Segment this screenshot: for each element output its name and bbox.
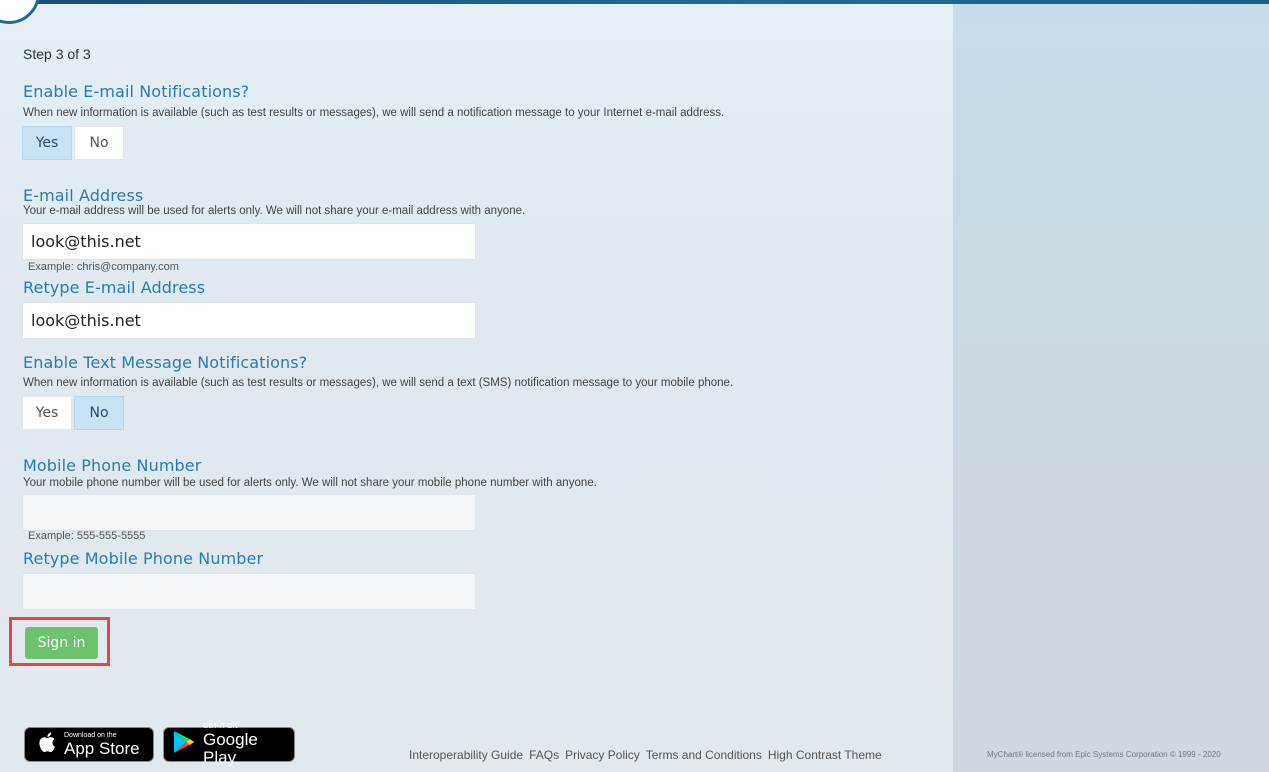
text-notify-no-button[interactable]: No — [74, 396, 124, 430]
app-store-text: Download on the App Store — [64, 732, 140, 758]
footer-link-high-contrast[interactable]: High Contrast Theme — [768, 748, 882, 762]
phone-description: Your mobile phone number will be used fo… — [23, 477, 597, 489]
email-retype-heading: Retype E-mail Address — [23, 278, 206, 297]
google-play-badge[interactable]: GET IT ON Google Play — [163, 723, 295, 766]
phone-example: Example: 555-555-5555 — [28, 530, 146, 542]
text-notify-toggle: Yes No — [22, 396, 124, 430]
email-notify-no-button[interactable]: No — [74, 126, 124, 160]
email-notify-yes-button[interactable]: Yes — [22, 126, 72, 160]
phone-retype-field[interactable] — [22, 573, 476, 610]
text-notify-description: When new information is available (such … — [23, 377, 734, 389]
footer-link-terms[interactable]: Terms and Conditions — [646, 748, 762, 762]
email-description: Your e-mail address will be used for ale… — [23, 205, 526, 217]
email-field[interactable] — [22, 223, 476, 260]
app-store-big-text: App Store — [64, 738, 140, 758]
footer-link-interoperability[interactable]: Interoperability Guide — [409, 748, 523, 762]
email-retype-field[interactable] — [22, 302, 476, 339]
footer-link-faqs[interactable]: FAQs — [529, 748, 559, 762]
phone-heading: Mobile Phone Number — [23, 456, 202, 475]
email-notify-description: When new information is available (such … — [23, 107, 725, 119]
email-notify-toggle: Yes No — [22, 126, 124, 160]
footer-link-privacy[interactable]: Privacy Policy — [565, 748, 640, 762]
text-notify-heading: Enable Text Message Notifications? — [23, 353, 308, 372]
signin-highlight-box: Sign in — [9, 617, 110, 666]
email-notify-heading: Enable E-mail Notifications? — [23, 82, 250, 101]
apple-icon — [37, 731, 56, 758]
copyright-text: MyChart® licensed from Epic Systems Corp… — [987, 750, 1221, 759]
google-play-icon — [173, 730, 195, 759]
app-store-badge[interactable]: Download on the App Store — [24, 727, 154, 762]
phone-field[interactable] — [22, 494, 476, 531]
google-play-big-text: Google Play — [203, 729, 258, 767]
google-play-text: GET IT ON Google Play — [203, 723, 294, 767]
email-heading: E-mail Address — [23, 186, 144, 205]
step-indicator: Step 3 of 3 — [23, 46, 91, 62]
side-panel — [953, 4, 1269, 772]
footer-links: Interoperability Guide FAQs Privacy Poli… — [409, 748, 882, 762]
sign-in-button[interactable]: Sign in — [25, 627, 98, 659]
phone-retype-heading: Retype Mobile Phone Number — [23, 549, 264, 568]
text-notify-yes-button[interactable]: Yes — [22, 396, 72, 430]
email-example: Example: chris@company.com — [28, 261, 179, 273]
